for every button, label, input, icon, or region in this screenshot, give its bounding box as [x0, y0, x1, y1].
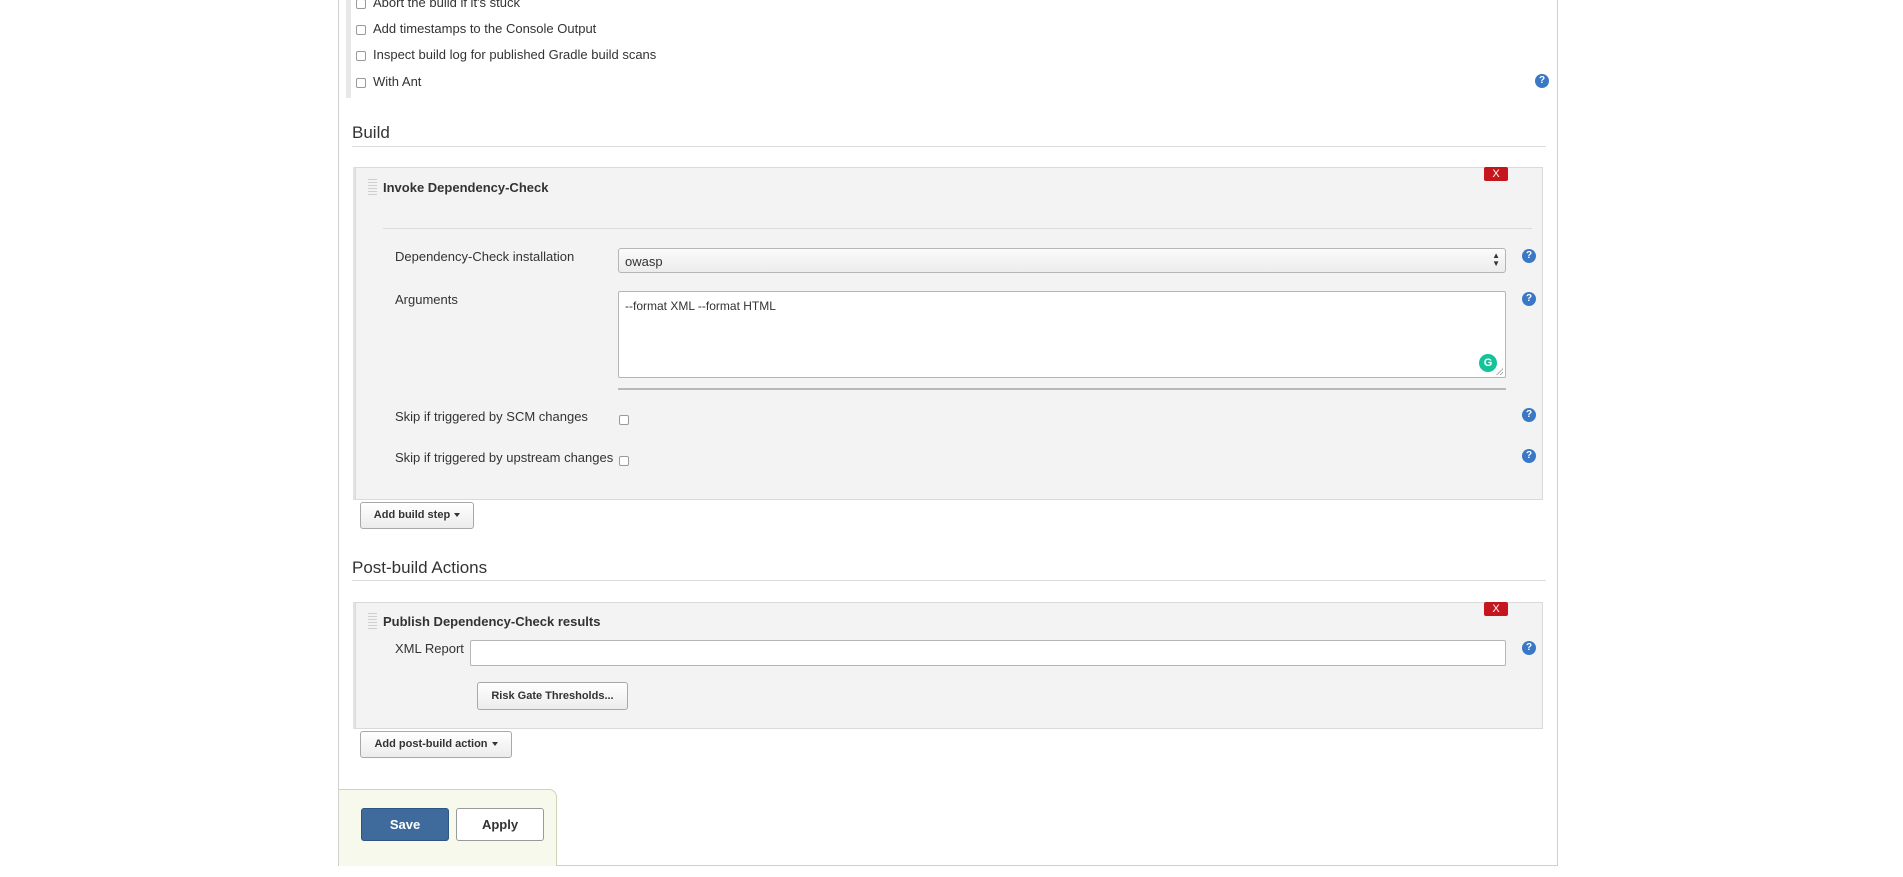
xml-report-input[interactable]: [470, 640, 1506, 666]
xml-report-label: XML Report: [395, 641, 464, 656]
grammarly-icon[interactable]: G: [1479, 354, 1497, 372]
textarea-expand-bar[interactable]: [618, 388, 1506, 390]
resize-handle-icon[interactable]: [1496, 368, 1503, 375]
gradle-scans-checkbox[interactable]: [356, 51, 366, 61]
help-icon[interactable]: ?: [1522, 449, 1536, 463]
abort-stuck-label: Abort the build if it's stuck: [373, 0, 520, 10]
drag-handle-icon[interactable]: [368, 613, 377, 631]
skip-scm-checkbox[interactable]: [619, 415, 629, 425]
skip-upstream-checkbox[interactable]: [619, 456, 629, 466]
help-icon[interactable]: ?: [1522, 249, 1536, 263]
options-section-bar: [346, 0, 351, 98]
add-build-step-button[interactable]: Add build step: [360, 502, 474, 529]
skip-scm-label: Skip if triggered by SCM changes: [395, 409, 588, 424]
installation-label: Dependency-Check installation: [395, 249, 575, 264]
timestamps-checkbox[interactable]: [356, 25, 366, 35]
chevron-down-icon: ▲ ▼: [1492, 251, 1500, 268]
add-build-step-label: Add build step: [373, 509, 451, 521]
arguments-textarea[interactable]: --format XML --format HTML G: [618, 291, 1506, 378]
drag-handle-icon[interactable]: [368, 179, 377, 197]
chevron-down-icon: [454, 513, 461, 518]
post-build-section-title: Post-build Actions: [352, 558, 488, 577]
installation-select[interactable]: owasp ▲ ▼: [618, 248, 1506, 273]
gradle-scans-label: Inspect build log for published Gradle b…: [373, 47, 657, 62]
with-ant-checkbox[interactable]: [356, 78, 366, 88]
help-icon[interactable]: ?: [1522, 641, 1536, 655]
chevron-down-icon: [491, 742, 498, 747]
skip-upstream-label: Skip if triggered by upstream changes: [395, 450, 614, 465]
timestamps-label: Add timestamps to the Console Output: [373, 21, 597, 36]
installation-value: owasp: [625, 254, 663, 269]
build-section-divider: [352, 146, 1546, 147]
with-ant-label: With Ant: [373, 74, 422, 89]
add-post-build-action-label: Add post-build action: [374, 738, 488, 750]
post-build-action-title: Publish Dependency-Check results: [383, 614, 601, 629]
help-icon[interactable]: ?: [1535, 74, 1549, 88]
apply-button[interactable]: Apply: [456, 808, 544, 841]
help-icon[interactable]: ?: [1522, 292, 1536, 306]
arguments-value: --format XML --format HTML: [625, 299, 776, 313]
save-button[interactable]: Save: [361, 808, 449, 841]
close-icon[interactable]: X: [1484, 167, 1508, 181]
arguments-label: Arguments: [395, 292, 458, 307]
step-divider: [383, 228, 1532, 229]
help-icon[interactable]: ?: [1522, 408, 1536, 422]
add-post-build-action-button[interactable]: Add post-build action: [360, 731, 512, 758]
post-build-section-divider: [352, 580, 1546, 581]
risk-gate-thresholds-button[interactable]: Risk Gate Thresholds...: [477, 682, 628, 710]
close-icon[interactable]: X: [1484, 602, 1508, 616]
build-step-title: Invoke Dependency-Check: [383, 180, 549, 195]
abort-stuck-checkbox[interactable]: [356, 0, 366, 9]
build-section-title: Build: [352, 123, 390, 142]
